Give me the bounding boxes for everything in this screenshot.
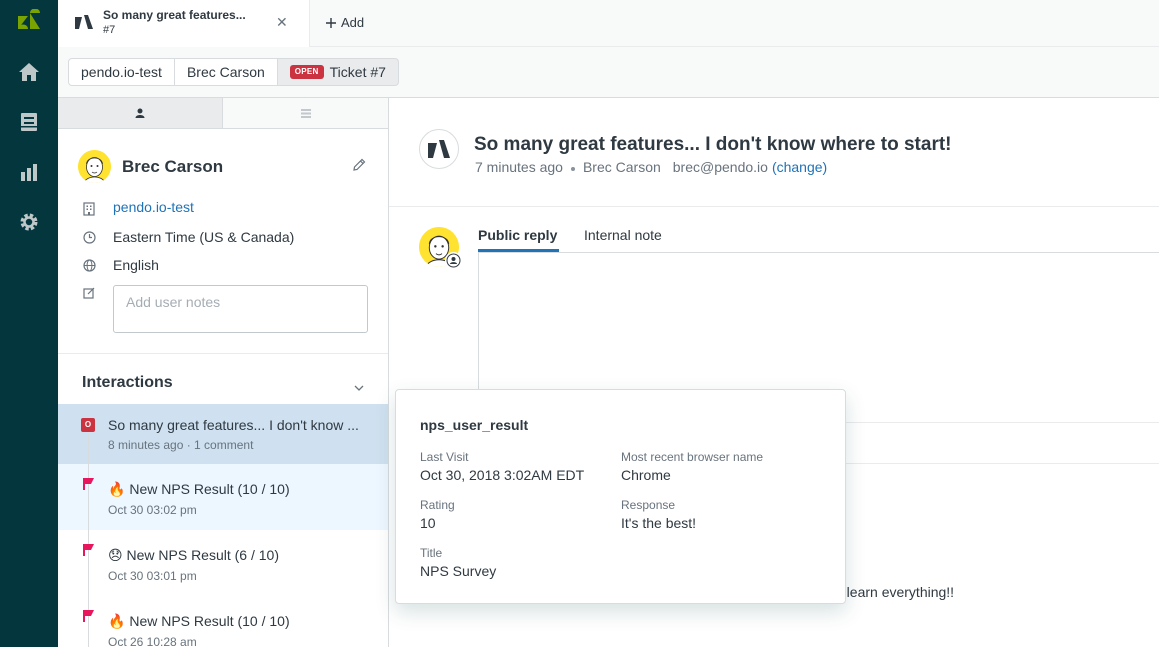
- avatar: [78, 150, 111, 183]
- breadcrumb-user[interactable]: Brec Carson: [173, 58, 278, 86]
- nps-result-popover: nps_user_result Last Visit Oct 30, 2018 …: [395, 389, 846, 604]
- app-window: So many great features... #7 ✕ Add pendo…: [0, 0, 1159, 647]
- fire-emoji-icon: 🔥: [108, 613, 126, 629]
- popover-title: nps_user_result: [420, 417, 529, 433]
- tab-apps[interactable]: [223, 98, 388, 128]
- product-rail: [0, 0, 58, 647]
- reporting-icon[interactable]: [15, 158, 43, 186]
- divider: [58, 353, 388, 354]
- user-organization-link[interactable]: pendo.io-test: [113, 199, 194, 215]
- breadcrumb-user-label: Brec Carson: [186, 64, 265, 80]
- tab-user[interactable]: [58, 98, 223, 128]
- interactions-title: Interactions: [82, 374, 173, 391]
- clock-icon: [83, 231, 96, 244]
- user-timezone: Eastern Time (US & Canada): [113, 229, 295, 245]
- pendo-flag-icon: [82, 543, 95, 562]
- user-org-row: pendo.io-test: [83, 199, 194, 216]
- user-icon: [135, 108, 145, 118]
- breadcrumb-org-label: pendo.io-test: [81, 64, 162, 80]
- pencil-icon[interactable]: [352, 158, 366, 177]
- field-label: Most recent browser name: [621, 450, 764, 464]
- tab-public-reply[interactable]: Public reply: [478, 227, 557, 243]
- user-notes-input[interactable]: Add user notes: [113, 285, 368, 333]
- field-value: 10: [420, 515, 436, 531]
- timeline-line: [88, 464, 89, 530]
- add-tab-button[interactable]: Add: [326, 15, 364, 30]
- interaction-title-text: New NPS Result (10 / 10): [129, 481, 290, 497]
- panel-tabs: [58, 98, 388, 129]
- separator-dot: [570, 167, 575, 171]
- field-value: It's the best!: [621, 515, 697, 531]
- ticket-meta: 7 minutes ago Brec Carson brec@pendo.io …: [475, 159, 827, 175]
- interaction-title-text: New NPS Result (6 / 10): [126, 547, 280, 563]
- interaction-title: So many great features... I don't know .…: [108, 417, 359, 433]
- breadcrumb-org[interactable]: pendo.io-test: [68, 58, 175, 86]
- list-icon: [300, 109, 311, 118]
- interaction-title: 🔥 New NPS Result (10 / 10): [108, 481, 290, 498]
- chevron-down-icon[interactable]: [354, 378, 364, 396]
- globe-icon: [83, 259, 96, 272]
- tab-bar: So many great features... #7 ✕ Add: [58, 0, 1159, 47]
- user-timezone-row: Eastern Time (US & Canada): [83, 229, 294, 245]
- fire-emoji-icon: 🔥: [108, 481, 126, 497]
- interaction-item[interactable]: 🔥 New NPS Result (10 / 10) Oct 26 10:28 …: [58, 596, 388, 647]
- ticket-type-icon: [74, 14, 94, 35]
- interaction-subtitle: 8 minutes ago · 1 comment: [108, 438, 254, 452]
- interaction-subtitle: Oct 30 03:02 pm: [108, 503, 197, 517]
- field-label: Rating: [420, 498, 455, 512]
- field-value: NPS Survey: [420, 563, 497, 579]
- breadcrumb-ticket-label: Ticket #7: [329, 64, 386, 80]
- interaction-item[interactable]: 😞 New NPS Result (6 / 10) Oct 30 03:01 p…: [58, 530, 388, 596]
- tab-title: So many great features...: [103, 8, 246, 22]
- interaction-title: 😞 New NPS Result (6 / 10): [108, 547, 279, 564]
- ticket-title: So many great features... I don't know w…: [474, 134, 952, 155]
- admin-gear-icon[interactable]: [15, 208, 43, 236]
- ticket-requester[interactable]: Brec Carson: [583, 159, 661, 175]
- ticket-tab[interactable]: So many great features... #7 ✕: [58, 0, 310, 47]
- tab-internal-note[interactable]: Internal note: [584, 227, 662, 243]
- home-icon[interactable]: [15, 58, 43, 86]
- divider: [389, 206, 1159, 207]
- context-panel: Brec Carson pendo.io-test Eastern Time (…: [58, 98, 389, 647]
- agent-badge-icon: [445, 252, 462, 269]
- pendo-flag-icon: [82, 609, 95, 628]
- close-icon[interactable]: ✕: [276, 14, 288, 31]
- user-name: Brec Carson: [122, 157, 224, 176]
- breadcrumb-ticket[interactable]: OPEN Ticket #7: [276, 58, 399, 86]
- tab-subtitle: #7: [103, 24, 116, 36]
- ticket-status-badge: O: [81, 418, 95, 432]
- timeline-line: [88, 530, 89, 596]
- add-tab-label: Add: [341, 15, 365, 30]
- field-label: Last Visit: [420, 450, 469, 464]
- interaction-subtitle: Oct 30 03:01 pm: [108, 569, 197, 583]
- notes-edit-icon: [83, 287, 95, 299]
- interaction-subtitle: Oct 26 10:28 am: [108, 635, 197, 647]
- status-badge: OPEN: [289, 65, 324, 79]
- change-requester-link[interactable]: (change): [772, 159, 827, 175]
- zendesk-logo-icon[interactable]: [15, 8, 43, 36]
- field-label: Title: [420, 546, 443, 560]
- field-label: Response: [621, 498, 676, 512]
- ticket-email: brec@pendo.io: [672, 159, 768, 175]
- interaction-title: 🔥 New NPS Result (10 / 10): [108, 613, 290, 630]
- user-notes-row: [83, 287, 95, 299]
- user-language: English: [113, 257, 159, 273]
- sad-emoji-icon: 😞: [108, 547, 123, 563]
- interaction-title-text: New NPS Result (10 / 10): [129, 613, 290, 629]
- user-language-row: English: [83, 257, 159, 273]
- pendo-flag-icon: [82, 477, 95, 496]
- timeline-line: [88, 434, 89, 464]
- breadcrumb-bar: pendo.io-test Brec Carson OPEN Ticket #7: [58, 47, 1159, 98]
- field-value: Chrome: [621, 467, 671, 483]
- breadcrumb: pendo.io-test Brec Carson OPEN Ticket #7: [68, 58, 399, 86]
- plus-icon: [326, 17, 336, 28]
- interaction-item[interactable]: O So many great features... I don't know…: [58, 404, 388, 464]
- interaction-item[interactable]: 🔥 New NPS Result (10 / 10) Oct 30 03:02 …: [58, 464, 388, 530]
- field-value: Oct 30, 2018 3:02AM EDT: [420, 467, 585, 483]
- building-icon: [83, 202, 95, 216]
- comment-body: e learn everything!!: [835, 584, 955, 600]
- ticket-time: 7 minutes ago: [475, 159, 563, 175]
- views-icon[interactable]: [15, 108, 43, 136]
- ticket-channel-icon: [419, 129, 459, 169]
